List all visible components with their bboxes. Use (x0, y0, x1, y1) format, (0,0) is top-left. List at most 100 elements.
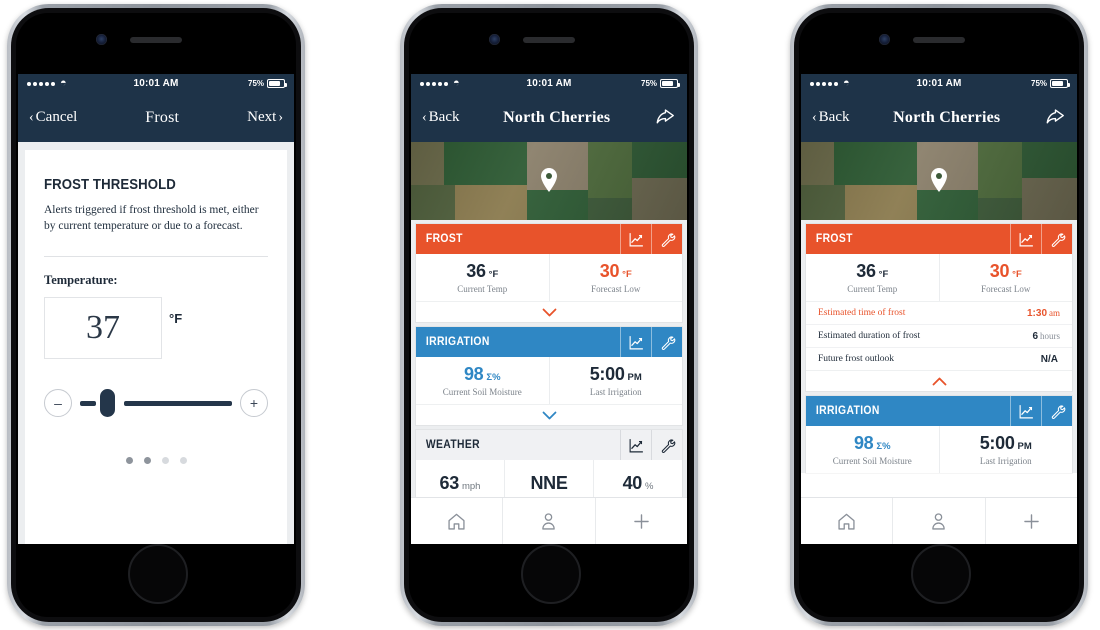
detail-unit: hours (1040, 330, 1060, 341)
temperature-slider[interactable]: – + (44, 389, 268, 417)
field-map[interactable] (801, 142, 1077, 220)
stat-value: 36 (856, 261, 876, 281)
stat-forecast-low: 30 °F Forecast Low (548, 254, 683, 301)
irrigation-settings-button[interactable] (651, 327, 682, 357)
detail-number: N/A (1040, 353, 1058, 365)
share-icon (656, 108, 674, 123)
status-bar-time: 10:01 AM (133, 78, 179, 89)
frost-collapse-button[interactable] (806, 370, 1072, 391)
frost-chart-button[interactable] (1010, 224, 1041, 254)
slider-track[interactable] (80, 389, 232, 417)
nav-bar: ‹ Cancel Frost Next › (18, 93, 294, 142)
detail-row-estimated-time: Estimated time of frost 1:30 am (806, 302, 1072, 325)
signal-dot (438, 81, 442, 86)
stat-unit: °F (488, 269, 499, 280)
stat-label: Forecast Low (591, 284, 641, 294)
battery-icon (1050, 79, 1071, 88)
decrement-button[interactable]: – (44, 389, 72, 417)
irrigation-stats: 98 Σ% Current Soil Moisture 5:00 PM Last… (416, 357, 682, 404)
stat-forecast-low: 30 °F Forecast Low (938, 254, 1073, 301)
next-button[interactable]: Next › (247, 109, 283, 126)
tab-add[interactable] (594, 498, 687, 544)
cancel-button[interactable]: ‹ Cancel (29, 109, 77, 126)
phone3-screen: ◓ 10:01 AM 75% ‹ Back North Cherries FRO… (801, 74, 1077, 544)
tab-account[interactable] (892, 498, 984, 544)
person-icon (542, 512, 556, 530)
signal-dot (33, 81, 37, 86)
share-button[interactable] (654, 107, 676, 129)
frost-detail-rows: Estimated time of frost 1:30 am Estimated… (806, 301, 1072, 370)
divider (44, 256, 268, 257)
status-bar: ◓ 10:01 AM 75% (411, 74, 687, 93)
plus-icon: + (249, 395, 259, 411)
frost-card: FROST 36 °F Current Temp 30 °F Forecast … (416, 224, 682, 322)
frost-expand-button[interactable] (416, 301, 682, 322)
frost-settings-button[interactable] (651, 224, 682, 254)
stat-value: 40 (622, 473, 643, 493)
tab-account[interactable] (502, 498, 594, 544)
page-title: North Cherries (503, 108, 611, 126)
wrench-icon (1051, 404, 1065, 419)
earpiece-speaker (130, 37, 182, 43)
frost-stats: 36 °F Current Temp 30 °F Forecast Low (416, 254, 682, 301)
stat-unit: PM (627, 372, 642, 383)
irrigation-card-title: IRRIGATION (425, 336, 490, 348)
back-button[interactable]: ‹ Back (812, 109, 850, 126)
pager-dot[interactable] (179, 457, 187, 464)
battery-icon (267, 79, 288, 88)
field-map[interactable] (411, 142, 687, 220)
weather-card-title: WEATHER (425, 439, 480, 451)
chevron-left-icon: ‹ (29, 109, 34, 125)
signal-dot (432, 81, 436, 86)
stat-label: Current Soil Moisture (832, 456, 912, 466)
irrigation-card-title: IRRIGATION (815, 405, 880, 417)
front-camera-icon (489, 34, 500, 45)
weather-chart-button[interactable] (620, 430, 651, 460)
status-bar: ◓ 10:01 AM 75% (18, 74, 294, 93)
phone1-screen: ◓ 10:01 AM 75% ‹ Cancel Frost Next › FRO… (18, 74, 294, 544)
nav-bar: ‹ Back North Cherries (411, 93, 687, 142)
phone-frost-expanded: ◓ 10:01 AM 75% ‹ Back North Cherries FRO… (790, 4, 1088, 626)
earpiece-speaker (913, 37, 965, 43)
home-button[interactable] (521, 544, 581, 604)
irrigation-expand-button[interactable] (416, 404, 682, 425)
line-chart-icon (1019, 232, 1033, 246)
tab-add[interactable] (984, 498, 1077, 544)
battery-percent: 75% (641, 79, 658, 88)
stat-label: Last Irrigation (979, 456, 1032, 466)
back-button[interactable]: ‹ Back (422, 109, 460, 126)
pager-dot[interactable] (143, 457, 151, 464)
weather-settings-button[interactable] (651, 430, 682, 460)
weather-card-header: WEATHER (416, 430, 682, 460)
signal-dot (426, 81, 430, 86)
map-pin-icon[interactable] (540, 168, 558, 192)
temperature-input[interactable]: 37 (44, 297, 162, 359)
detail-key: Estimated time of frost (818, 308, 906, 318)
pager-dot[interactable] (161, 457, 169, 464)
front-camera-icon (96, 34, 107, 45)
pager-dot[interactable] (125, 457, 133, 464)
phone1-content: FROST THRESHOLD Alerts triggered if fros… (18, 142, 294, 544)
frost-chart-button[interactable] (620, 224, 651, 254)
stat-value: 36 (466, 261, 486, 281)
tab-home[interactable] (411, 498, 502, 544)
map-pin-icon[interactable] (930, 168, 948, 192)
phone-field-overview: ◓ 10:01 AM 75% ‹ Back North Cherries FRO… (400, 4, 698, 626)
slider-remainder (124, 400, 232, 406)
stat-unit: °F (622, 269, 632, 280)
slider-thumb[interactable] (100, 389, 115, 417)
irrigation-chart-button[interactable] (620, 327, 651, 357)
increment-button[interactable]: + (240, 389, 268, 417)
irrigation-card-header: IRRIGATION (416, 327, 682, 357)
frost-threshold-card: FROST THRESHOLD Alerts triggered if fros… (25, 150, 287, 544)
signal-dot (27, 81, 31, 86)
home-button[interactable] (911, 544, 971, 604)
back-label: Back (818, 109, 850, 125)
irrigation-card: IRRIGATION 98 Σ% Current Soil Moisture 5… (806, 396, 1072, 473)
frost-settings-button[interactable] (1041, 224, 1072, 254)
share-button[interactable] (1044, 107, 1066, 129)
irrigation-settings-button[interactable] (1041, 396, 1072, 426)
tab-home[interactable] (801, 498, 892, 544)
irrigation-chart-button[interactable] (1010, 396, 1041, 426)
home-button[interactable] (128, 544, 188, 604)
